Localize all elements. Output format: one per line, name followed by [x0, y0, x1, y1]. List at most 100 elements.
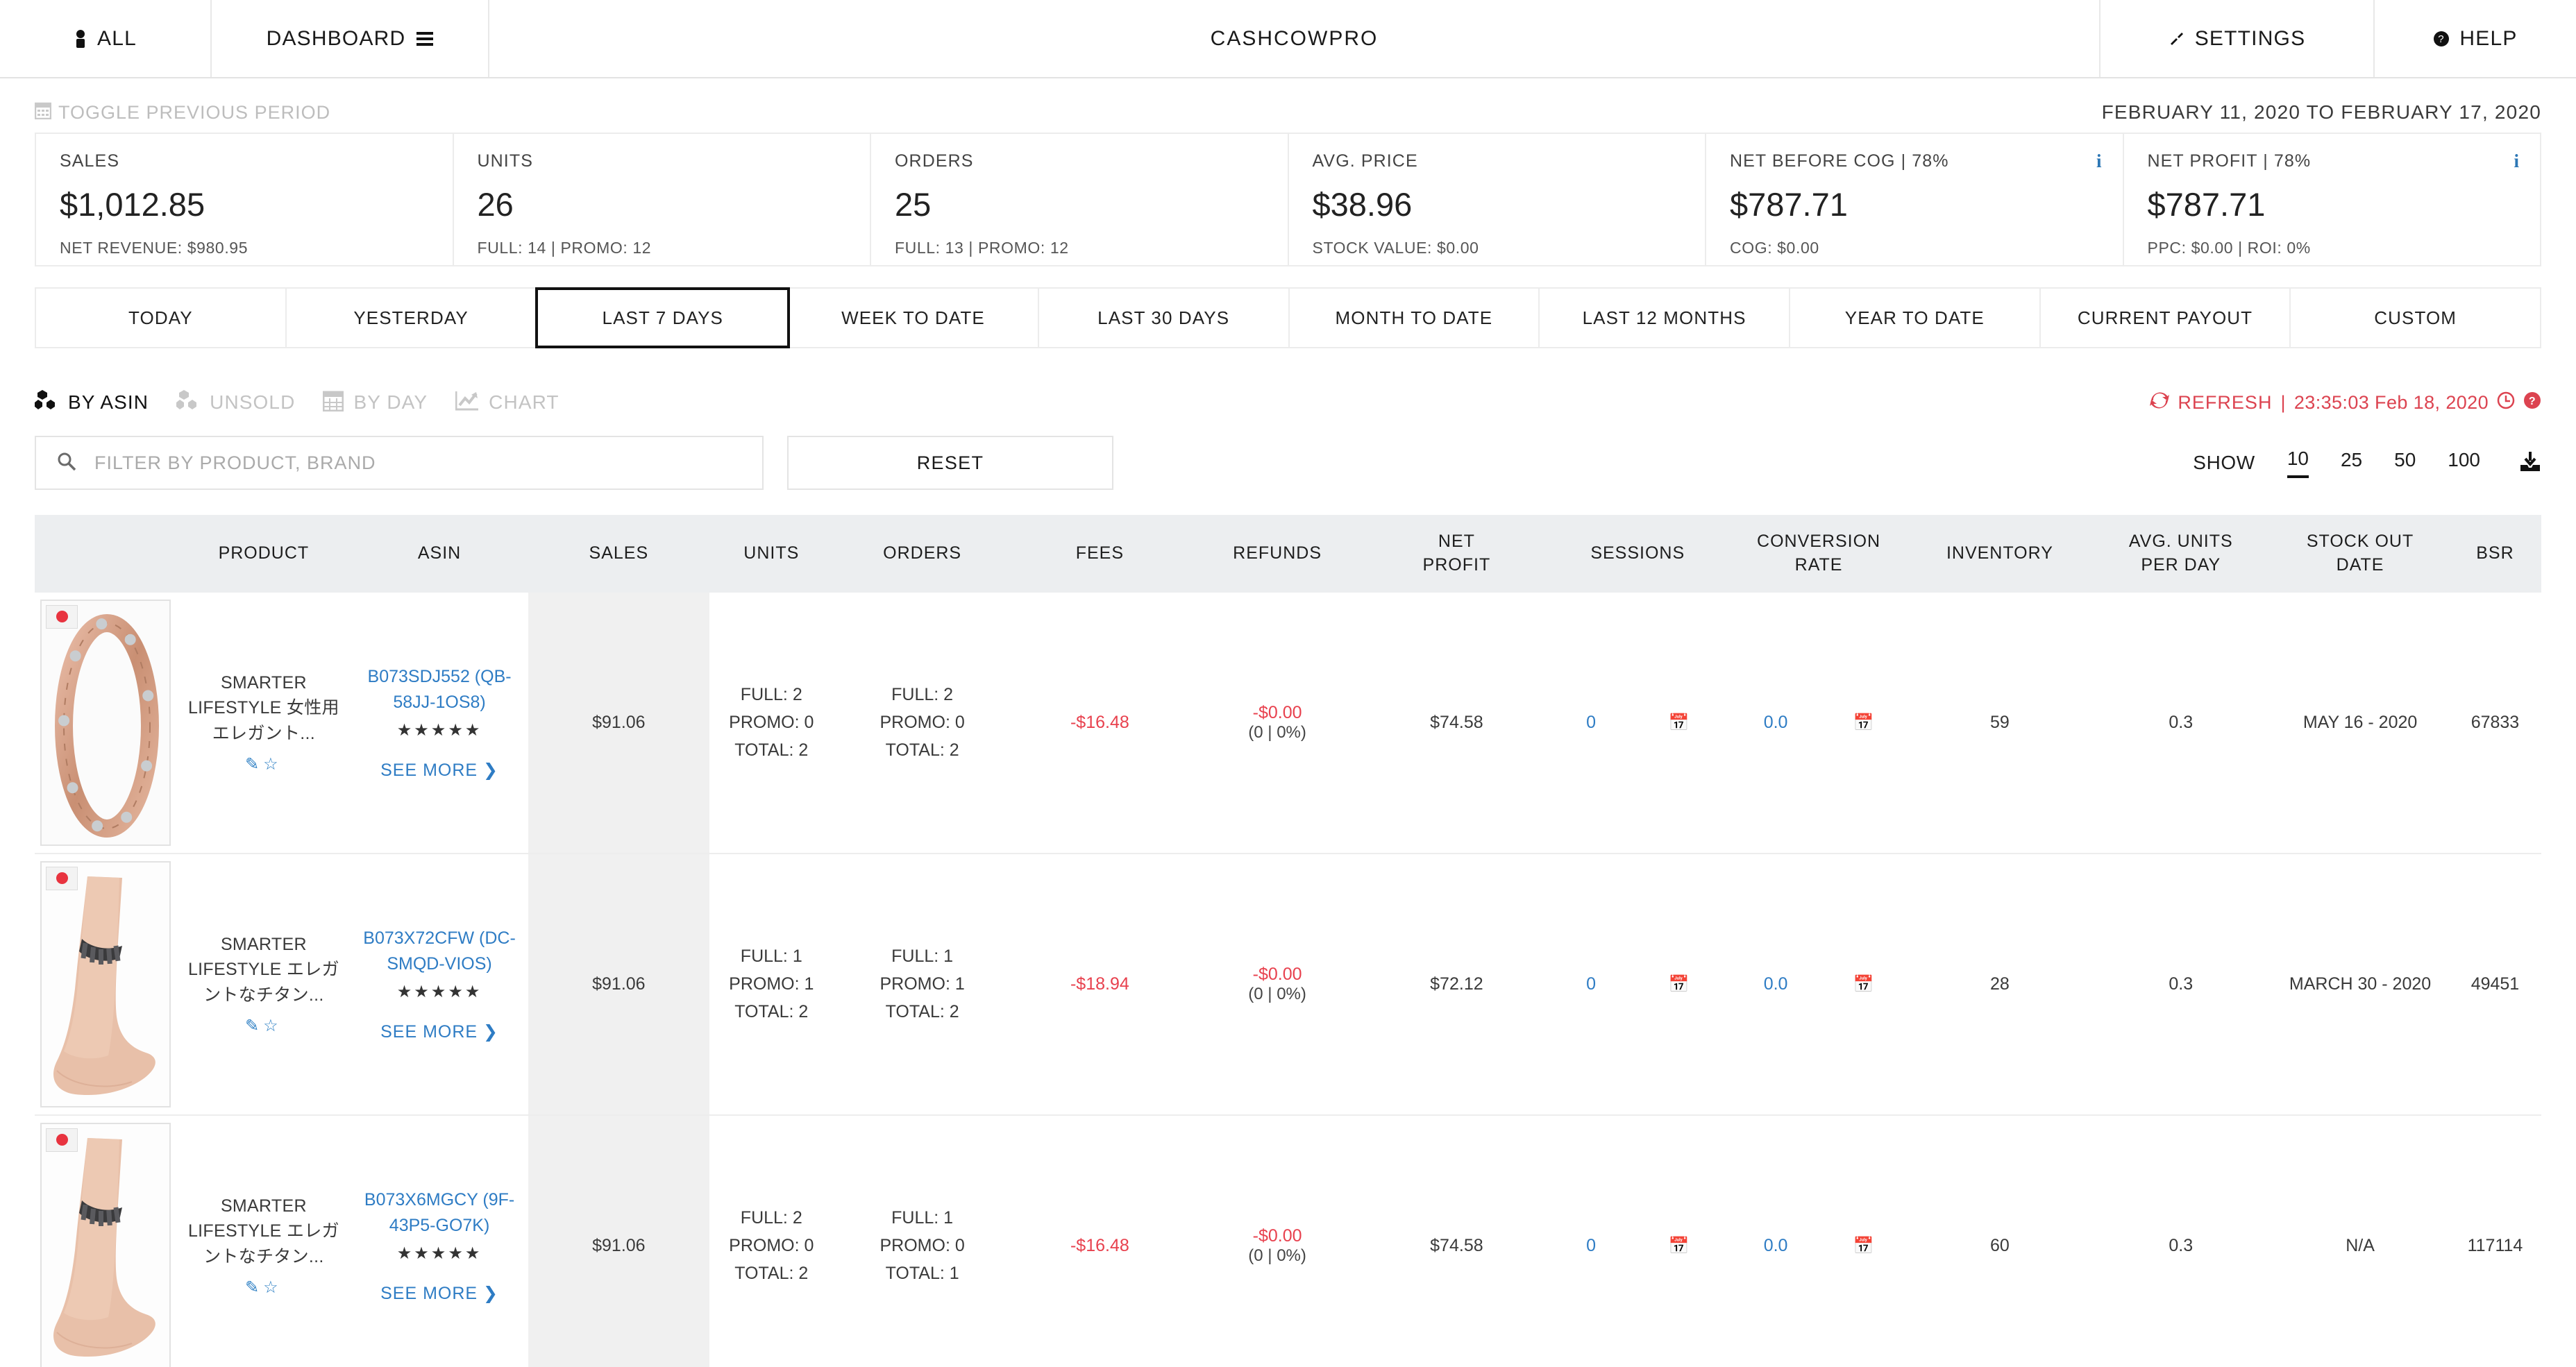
rating-stars: ★★★★★ [353, 982, 525, 1002]
product-actions[interactable]: ✎☆ [180, 1277, 348, 1298]
view-mode-by-day[interactable]: BY DAY [323, 389, 428, 416]
view-mode-unsold[interactable]: UNSOLD [176, 390, 295, 416]
info-icon[interactable]: i [2514, 151, 2519, 172]
orders-cell: FULL: 1PROMO: 0TOTAL: 1 [834, 1115, 1011, 1367]
period-tab-last-30-days[interactable]: LAST 30 DAYS [1039, 289, 1290, 347]
column-header[interactable]: FEES [1011, 515, 1189, 593]
period-tab-label: LAST 7 DAYS [603, 307, 723, 329]
column-header[interactable]: ORDERS [834, 515, 1011, 593]
edit-icon[interactable]: ✎ [245, 755, 263, 774]
column-header[interactable]: BSR [2449, 515, 2541, 593]
metric-card-sub: FULL: 13 | PROMO: 12 [895, 239, 1264, 257]
period-tab-week-to-date[interactable]: WEEK TO DATE [789, 289, 1039, 347]
metric-card: SALES$1,012.85NET REVENUE: $980.95 [36, 134, 454, 265]
conversion-rate-value: 0.0 [1764, 1236, 1788, 1256]
star-outline-icon[interactable]: ☆ [263, 1017, 283, 1035]
bsr-value: 117114 [2468, 1236, 2523, 1255]
avg-units-per-day-value: 0.3 [2169, 974, 2193, 994]
help-circle-icon[interactable]: ? [2523, 391, 2541, 414]
period-tab-month-to-date[interactable]: MONTH TO DATE [1290, 289, 1540, 347]
asin-link[interactable]: B073X72CFW (DC-SMQD-VIOS) [353, 926, 525, 976]
refresh-icon[interactable] [2150, 391, 2169, 414]
product-thumbnail[interactable] [40, 1123, 171, 1367]
period-tab-today[interactable]: TODAY [36, 289, 287, 347]
show-option-100[interactable]: 100 [2448, 449, 2480, 477]
calendar-icon[interactable]: 📅 [1668, 1236, 1689, 1256]
metric-card-value: $787.71 [2148, 185, 2517, 223]
nav-item-help[interactable]: ? HELP [2375, 0, 2576, 77]
product-image-cell[interactable] [35, 854, 177, 1115]
toggle-previous-period-button[interactable]: TOGGLE PREVIOUS PERIOD [35, 101, 330, 124]
chart-line-icon [455, 390, 479, 416]
calendar-icon[interactable]: 📅 [1668, 713, 1689, 733]
metric-card-label: ORDERS [895, 151, 1264, 171]
asin-link[interactable]: B073SDJ552 (QB-58JJ-1OS8) [353, 664, 525, 715]
period-tab-current-payout[interactable]: CURRENT PAYOUT [2041, 289, 2291, 347]
nav-item-dashboard[interactable]: DASHBOARD [212, 0, 489, 77]
show-option-50[interactable]: 50 [2394, 449, 2416, 477]
period-tab-yesterday[interactable]: YESTERDAY [287, 289, 537, 347]
column-header[interactable]: ASIN [351, 515, 528, 593]
product-title: SMARTER LIFESTYLE エレガントなチタン... [180, 1194, 348, 1269]
column-header[interactable] [35, 515, 177, 593]
filter-input[interactable] [94, 452, 741, 474]
calendar-icon[interactable]: 📅 [1853, 974, 1874, 994]
show-option-25[interactable]: 25 [2341, 449, 2362, 477]
reset-button[interactable]: RESET [787, 436, 1113, 490]
column-header[interactable]: CONVERSIONRATE [1728, 515, 1910, 593]
period-tab-label: CUSTOM [2374, 307, 2457, 329]
refunds-cell: -$0.00(0 | 0%) [1188, 1115, 1366, 1367]
calendar-icon[interactable]: 📅 [1853, 1236, 1874, 1256]
product-actions[interactable]: ✎☆ [180, 754, 348, 774]
download-icon[interactable] [2519, 451, 2541, 475]
period-tab-last-7-days[interactable]: LAST 7 DAYS [535, 287, 790, 348]
product-thumbnail[interactable] [40, 600, 171, 846]
column-header[interactable]: INVENTORY [1910, 515, 2091, 593]
refunds-value: -$0.00 [1191, 965, 1363, 985]
column-header[interactable]: STOCK OUTDATE [2271, 515, 2449, 593]
asin-link[interactable]: B073X6MGCY (9F-43P5-GO7K) [353, 1187, 525, 1238]
orders-breakdown: FULL: 1PROMO: 0TOTAL: 1 [836, 1204, 1009, 1287]
edit-icon[interactable]: ✎ [245, 1017, 263, 1035]
view-mode-by-asin[interactable]: BY ASIN [35, 390, 149, 416]
nav-item-settings[interactable]: SETTINGS [2101, 0, 2375, 77]
star-outline-icon[interactable]: ☆ [263, 1278, 283, 1297]
product-actions[interactable]: ✎☆ [180, 1016, 348, 1036]
question-circle-icon: ? [2433, 31, 2450, 47]
edit-icon[interactable]: ✎ [245, 1278, 263, 1297]
column-header[interactable]: NETPROFIT [1366, 515, 1547, 593]
refresh-label[interactable]: REFRESH [2178, 392, 2272, 414]
product-name-cell: SMARTER LIFESTYLE エレガントなチタン...✎☆ [177, 854, 351, 1115]
column-header[interactable]: AVG. UNITSPER DAY [2090, 515, 2271, 593]
calendar-icon[interactable]: 📅 [1853, 713, 1874, 733]
calendar-icon [323, 389, 344, 416]
see-more-link[interactable]: SEE MORE ❯ [380, 1283, 498, 1304]
show-option-10[interactable]: 10 [2287, 448, 2309, 478]
search-box[interactable] [35, 436, 764, 490]
column-header[interactable]: PRODUCT [177, 515, 351, 593]
stock-out-date-value: N/A [2346, 1236, 2375, 1255]
column-header[interactable]: UNITS [709, 515, 834, 593]
period-tab-last-12-months[interactable]: LAST 12 MONTHS [1540, 289, 1790, 347]
conversion-rate-value: 0.0 [1764, 713, 1788, 733]
period-tab-year-to-date[interactable]: YEAR TO DATE [1790, 289, 2041, 347]
product-thumbnail[interactable] [40, 861, 171, 1107]
product-image-cell[interactable] [35, 1115, 177, 1367]
avg-units-per-day-cell: 0.3 [2090, 593, 2271, 854]
info-icon[interactable]: i [2096, 151, 2102, 172]
column-header[interactable]: SALES [528, 515, 709, 593]
calendar-icon[interactable]: 📅 [1668, 974, 1689, 994]
column-header[interactable]: REFUNDS [1188, 515, 1366, 593]
view-mode-by-asin-label: BY ASIN [68, 391, 149, 414]
product-image-cell[interactable] [35, 593, 177, 854]
refresh-timestamp: 23:35:03 Feb 18, 2020 [2294, 392, 2489, 414]
nav-item-all[interactable]: ALL [0, 0, 212, 77]
refunds-value: -$0.00 [1191, 703, 1363, 723]
see-more-link[interactable]: SEE MORE ❯ [380, 1021, 498, 1042]
view-mode-chart[interactable]: CHART [455, 390, 559, 416]
see-more-link[interactable]: SEE MORE ❯ [380, 760, 498, 781]
period-tab-custom[interactable]: CUSTOM [2291, 289, 2540, 347]
show-label: SHOW [2193, 452, 2255, 474]
column-header[interactable]: SESSIONS [1547, 515, 1728, 593]
star-outline-icon[interactable]: ☆ [263, 755, 283, 774]
